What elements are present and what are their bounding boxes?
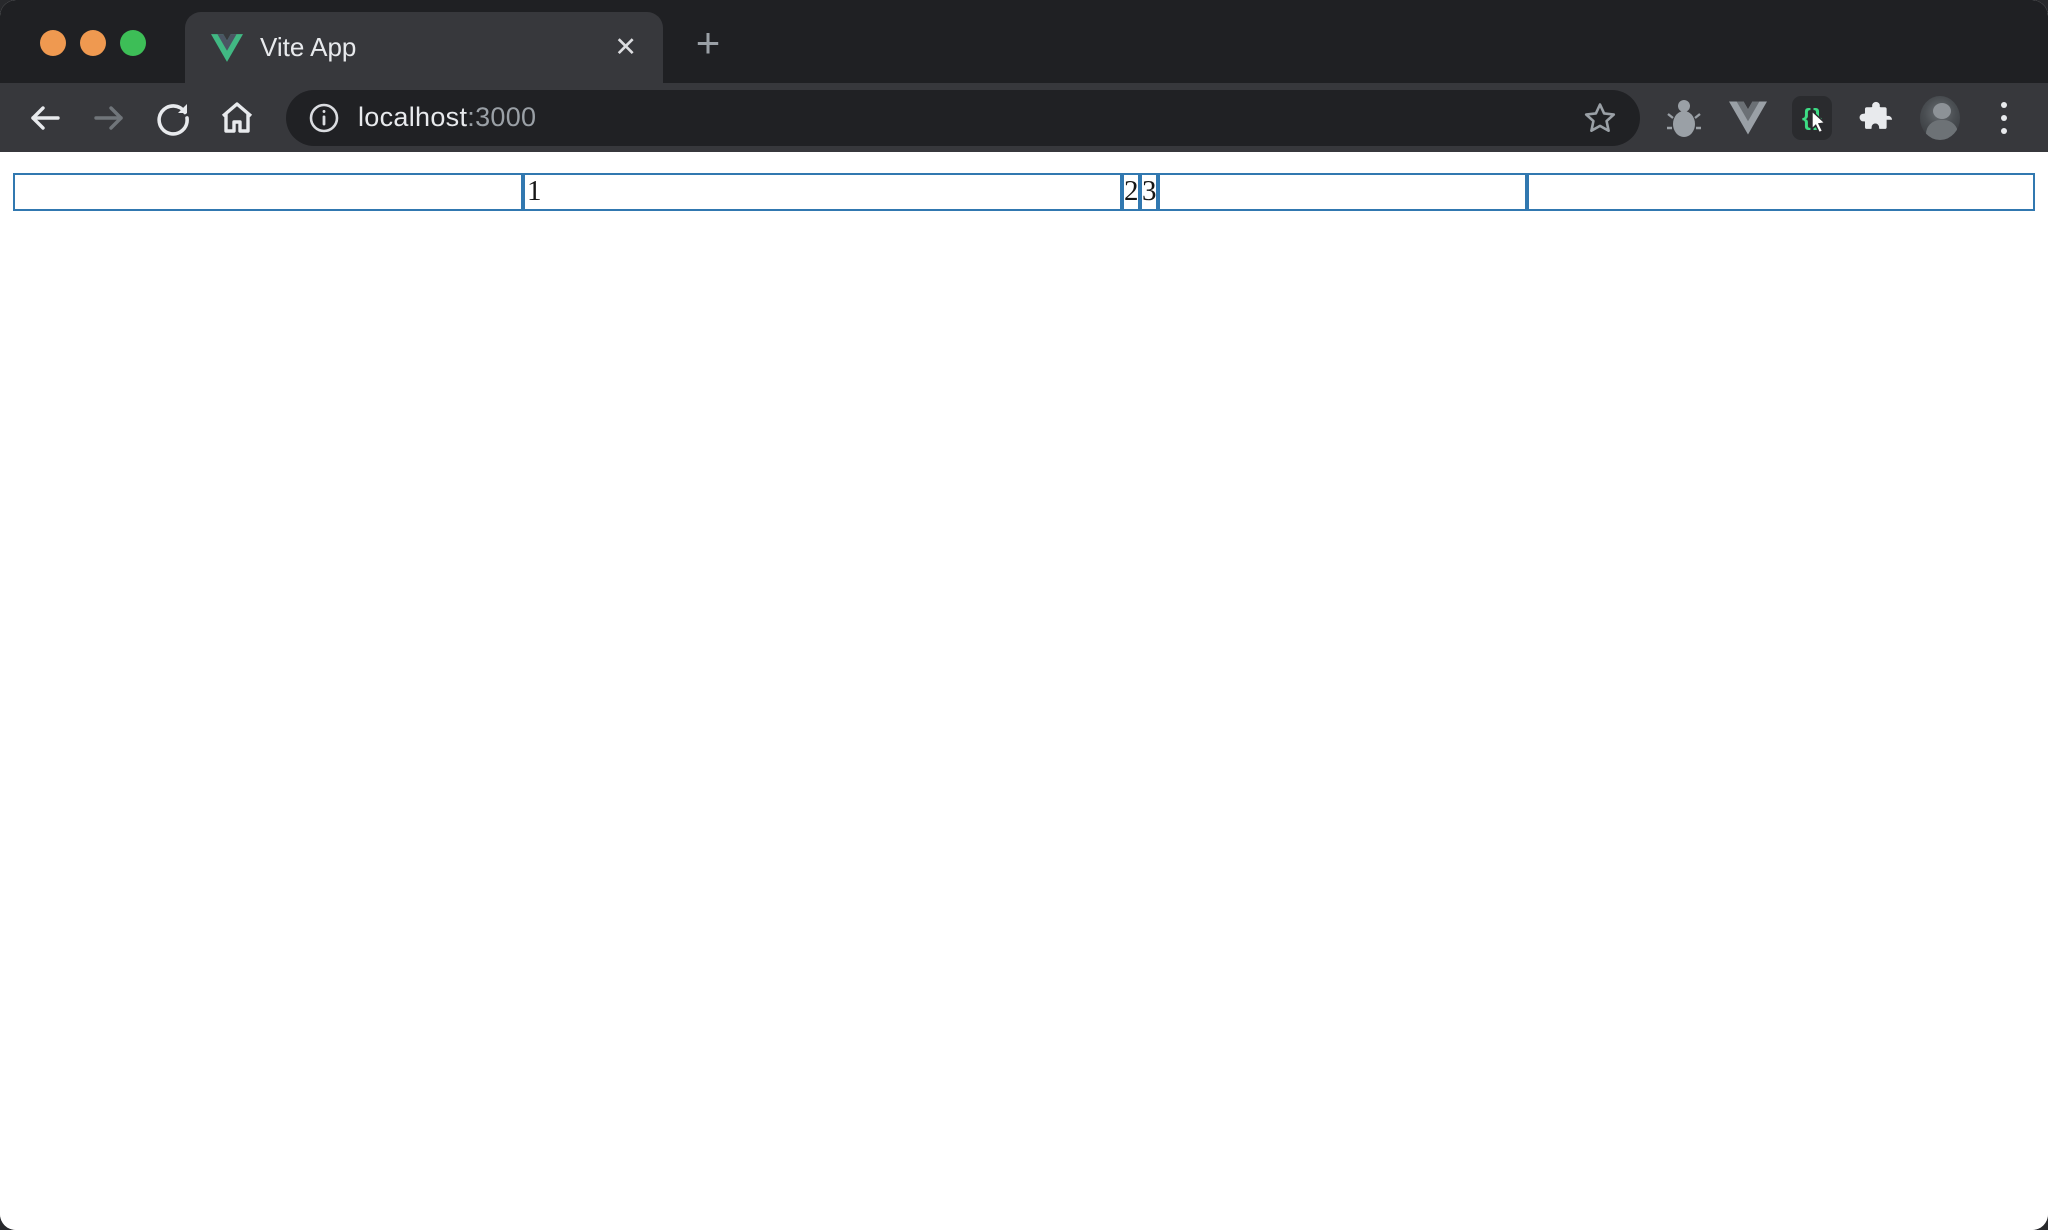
vite-vue-favicon-icon	[211, 33, 243, 62]
cursor-arrow-icon	[1811, 109, 1827, 134]
avatar-head-shape	[1933, 102, 1951, 119]
table-cell	[1158, 173, 1527, 211]
bookmark-star-icon[interactable]	[1582, 100, 1618, 136]
forward-arrow-icon	[94, 105, 123, 130]
bug-extension-button[interactable]	[1664, 98, 1704, 138]
tab-close-icon[interactable]: ✕	[614, 34, 637, 61]
extensions-area: { }	[1664, 95, 2024, 140]
puzzle-piece-icon	[1859, 101, 1893, 129]
reload-button[interactable]	[152, 97, 194, 139]
table-cell	[13, 173, 523, 211]
kebab-menu-icon	[2001, 101, 2007, 134]
url-port: :3000	[467, 102, 537, 132]
back-arrow-icon	[31, 105, 60, 130]
close-window-button[interactable]	[40, 30, 66, 56]
tab-strip: Vite App ✕ +	[0, 0, 2048, 83]
extensions-puzzle-button[interactable]	[1856, 98, 1896, 138]
table-row: 1 2 3	[13, 173, 2035, 211]
tab-title: Vite App	[260, 32, 357, 62]
site-info-icon	[309, 103, 339, 132]
url-host: localhost	[358, 102, 468, 132]
table-cell	[1527, 173, 2035, 211]
page-content: 1 2 3	[0, 173, 2048, 1230]
devtools-braces-extension-button[interactable]: { }	[1792, 95, 1832, 140]
vue-logo-icon	[1729, 101, 1767, 134]
new-tab-button[interactable]: +	[686, 22, 730, 66]
url-text[interactable]: localhost:3000	[358, 102, 536, 133]
browser-menu-button[interactable]	[1984, 98, 2024, 138]
avatar-body-shape	[1926, 119, 1958, 140]
minimize-window-button[interactable]	[80, 30, 106, 56]
vue-devtools-button[interactable]	[1728, 98, 1768, 138]
table-cell: 2	[1122, 173, 1140, 211]
reload-icon	[157, 103, 189, 136]
browser-window: Vite App ✕ + localhost:3000 {1 2 3	[0, 0, 2048, 1230]
forward-button[interactable]	[88, 97, 130, 139]
profile-button[interactable]	[1920, 95, 1960, 140]
navigation-toolbar: localhost:3000 {	[0, 83, 2048, 152]
table-cell: 1	[523, 173, 1122, 211]
zoom-window-button[interactable]	[120, 30, 146, 56]
table-cell: 3	[1140, 173, 1158, 211]
bug-icon	[1667, 99, 1701, 137]
traffic-lights	[40, 30, 146, 56]
home-icon	[221, 101, 253, 133]
home-button[interactable]	[216, 97, 258, 139]
back-button[interactable]	[24, 97, 66, 139]
user-avatar	[1920, 95, 1960, 140]
url-bar[interactable]: localhost:3000	[286, 89, 1640, 146]
browser-tab[interactable]: Vite App ✕	[185, 12, 663, 83]
